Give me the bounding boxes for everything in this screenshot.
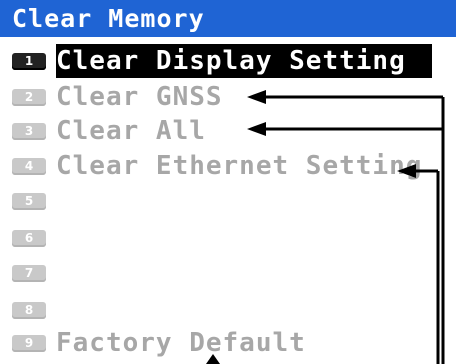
arrowhead-gnss [247, 90, 266, 104]
arrowhead-factory [206, 354, 220, 364]
annotation-arrows [206, 90, 445, 364]
arrowhead-ethernet [397, 164, 416, 178]
arrowhead-clear-all [247, 122, 266, 136]
